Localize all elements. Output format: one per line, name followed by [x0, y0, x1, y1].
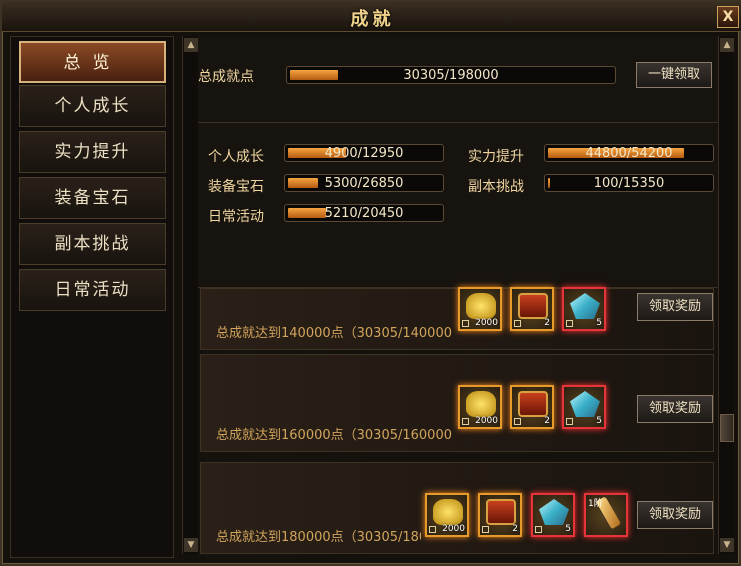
gold-ingot-icon	[466, 391, 496, 417]
left-scrollbar[interactable]: ▲ ▼	[182, 36, 198, 554]
lock-icon	[514, 418, 521, 425]
item-count: 5	[596, 416, 602, 426]
reward-text: 总成就达到160000点（30305/160000	[216, 428, 452, 443]
category-bar-daily: 5210/20450	[284, 204, 444, 222]
reward-text: 总成就达到180000点（30305/180	[216, 530, 421, 545]
scroll-down-icon[interactable]: ▼	[184, 538, 198, 552]
claim-all-button[interactable]: 一键领取	[636, 62, 712, 88]
reward-item[interactable]: 2	[478, 493, 522, 537]
scroll-up-icon[interactable]: ▲	[184, 38, 198, 52]
reward-item[interactable]: 1阶	[584, 493, 628, 537]
category-text-dungeon: 100/15350	[593, 176, 665, 191]
item-count: 5	[565, 524, 571, 534]
sidebar-item-equipment-gems[interactable]: 装备宝石	[19, 177, 166, 219]
item-count: 2	[512, 524, 518, 534]
main-panel: 总成就点 30305/198000 一键领取 个人成长 4900/12950 实…	[198, 36, 718, 558]
total-progress-text: 30305/198000	[403, 68, 499, 83]
reward-text: 总成就达到140000点（30305/140000	[216, 326, 452, 341]
item-count: 2000	[442, 524, 465, 534]
reward-item[interactable]: 5	[562, 385, 606, 429]
category-bar-equipment-gems: 5300/26850	[284, 174, 444, 192]
item-count: 5	[596, 318, 602, 328]
title-bar: 成就 X	[2, 2, 741, 32]
claim-reward-button[interactable]: 领取奖励	[637, 293, 713, 321]
sidebar-item-personal-growth[interactable]: 个人成长	[19, 85, 166, 127]
reward-item[interactable]: 5	[531, 493, 575, 537]
achievement-window: 成就 X 总览 个人成长 实力提升 装备宝石 副本挑战 日常活动 ▲ ▼ 总成就…	[0, 0, 741, 566]
lock-icon	[429, 526, 436, 533]
sidebar-item-daily[interactable]: 日常活动	[19, 269, 166, 311]
category-bar-power-up: 44800/54200	[544, 144, 714, 162]
category-label-dungeon: 副本挑战	[468, 179, 524, 195]
scroll-thumb[interactable]	[720, 414, 734, 442]
category-label-daily: 日常活动	[208, 209, 264, 225]
reward-item[interactable]: 2	[510, 287, 554, 331]
crystal-icon	[570, 293, 600, 319]
close-button[interactable]: X	[717, 6, 739, 28]
reward-item[interactable]: 2000	[425, 493, 469, 537]
item-count: 2000	[475, 416, 498, 426]
item-count: 2000	[475, 318, 498, 328]
reward-item[interactable]: 5	[562, 287, 606, 331]
lock-icon	[514, 320, 521, 327]
category-text-power-up: 44800/54200	[585, 146, 673, 161]
item-tier: 1阶	[588, 499, 603, 509]
lock-icon	[462, 320, 469, 327]
category-text-equipment-gems: 5300/26850	[324, 176, 404, 191]
treasure-chest-icon	[518, 293, 548, 319]
lock-icon	[566, 418, 573, 425]
treasure-chest-icon	[518, 391, 548, 417]
category-bar-dungeon: 100/15350	[544, 174, 714, 192]
crystal-icon	[539, 499, 569, 525]
gold-ingot-icon	[466, 293, 496, 319]
sidebar-item-overview[interactable]: 总览	[19, 41, 166, 83]
category-label-power-up: 实力提升	[468, 149, 524, 165]
right-scrollbar[interactable]: ▲ ▼	[718, 36, 734, 554]
category-label-personal-growth: 个人成长	[208, 149, 264, 165]
summary-divider	[198, 122, 718, 123]
reward-row: 总成就达到140000点（30305/140000 2000 2 5 领取奖励	[200, 287, 714, 350]
scroll-down-icon[interactable]: ▼	[720, 538, 734, 552]
total-progress-bar: 30305/198000	[286, 66, 616, 84]
gold-ingot-icon	[433, 499, 463, 525]
reward-row: 总成就达到180000点（30305/180 2000 2 5 1阶 领取奖励	[200, 462, 714, 554]
summary-panel: 总成就点 30305/198000 一键领取 个人成长 4900/12950 实…	[198, 36, 718, 288]
window-title: 成就	[350, 9, 395, 30]
lock-icon	[462, 418, 469, 425]
reward-item[interactable]: 2	[510, 385, 554, 429]
treasure-chest-icon	[486, 499, 516, 525]
category-label-equipment-gems: 装备宝石	[208, 179, 264, 195]
reward-row: 总成就达到160000点（30305/160000 2000 2 5 领取奖励	[200, 354, 714, 452]
crystal-icon	[570, 391, 600, 417]
reward-item[interactable]: 2000	[458, 287, 502, 331]
lock-icon	[482, 526, 489, 533]
item-count: 2	[544, 318, 550, 328]
sidebar-item-power-up[interactable]: 实力提升	[19, 131, 166, 173]
scroll-up-icon[interactable]: ▲	[720, 38, 734, 52]
claim-reward-button[interactable]: 领取奖励	[637, 395, 713, 423]
lock-icon	[535, 526, 542, 533]
claim-reward-button[interactable]: 领取奖励	[637, 501, 713, 529]
category-text-daily: 5210/20450	[324, 206, 404, 221]
total-label: 总成就点	[198, 69, 254, 85]
sidebar-item-dungeon[interactable]: 副本挑战	[19, 223, 166, 265]
reward-item[interactable]: 2000	[458, 385, 502, 429]
category-text-personal-growth: 4900/12950	[324, 146, 404, 161]
sidebar: 总览 个人成长 实力提升 装备宝石 副本挑战 日常活动	[10, 36, 174, 558]
category-bar-personal-growth: 4900/12950	[284, 144, 444, 162]
lock-icon	[566, 320, 573, 327]
item-count: 2	[544, 416, 550, 426]
